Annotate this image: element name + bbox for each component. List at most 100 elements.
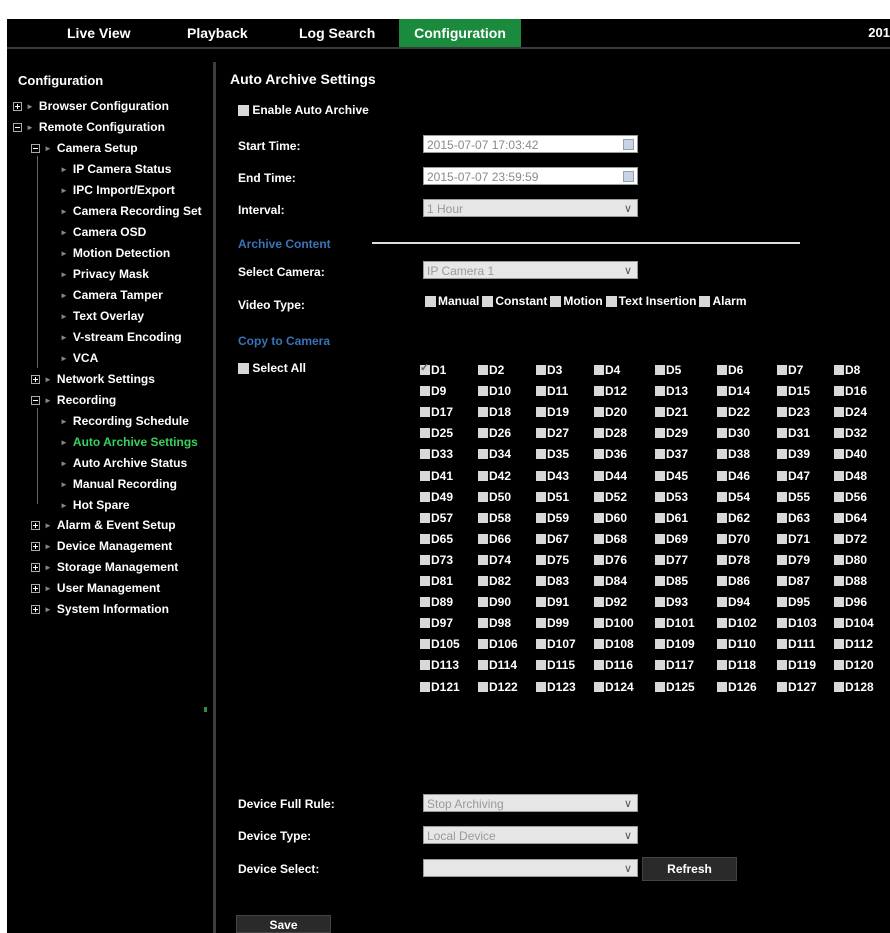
camera-checkbox-d3[interactable]: D3 <box>536 363 562 377</box>
sidebar-item-recording[interactable]: ► Recording <box>31 391 116 409</box>
sidebar-item-privacy-mask[interactable]: ► Privacy Mask <box>60 265 149 283</box>
camera-checkbox-d128[interactable]: D128 <box>834 680 874 694</box>
camera-checkbox-d26[interactable]: D26 <box>478 426 511 440</box>
interval-select[interactable]: 1 Hour ∨ <box>423 199 638 217</box>
camera-checkbox-d124[interactable]: D124 <box>594 680 634 694</box>
checkbox-icon[interactable] <box>478 597 488 608</box>
camera-checkbox-d108[interactable]: D108 <box>594 637 634 651</box>
camera-checkbox-d5[interactable]: D5 <box>655 363 681 377</box>
camera-checkbox-d49[interactable]: D49 <box>420 490 453 504</box>
camera-checkbox-d14[interactable]: D14 <box>717 384 750 398</box>
camera-checkbox-d114[interactable]: D114 <box>478 658 517 672</box>
checkbox-icon[interactable] <box>777 428 787 439</box>
camera-checkbox-d21[interactable]: D21 <box>655 405 688 419</box>
camera-checkbox-d56[interactable]: D56 <box>834 490 867 504</box>
camera-checkbox-d94[interactable]: D94 <box>717 595 750 609</box>
checkbox-icon[interactable] <box>420 386 430 397</box>
camera-checkbox-d115[interactable]: D115 <box>536 658 575 672</box>
checkbox-icon[interactable] <box>717 428 727 439</box>
camera-checkbox-d117[interactable]: D117 <box>655 658 694 672</box>
checkbox-icon[interactable] <box>717 512 727 523</box>
checkbox-icon[interactable] <box>717 365 727 375</box>
select-camera-select[interactable]: IP Camera 1 ∨ <box>423 261 638 279</box>
checkbox-icon[interactable] <box>478 618 488 629</box>
checkbox-icon[interactable] <box>536 365 546 375</box>
checkbox-icon[interactable] <box>478 681 488 692</box>
checkbox-icon[interactable] <box>536 533 546 544</box>
sidebar-item-remote-configuration[interactable]: ► Remote Configuration <box>13 118 165 136</box>
checkbox-icon[interactable] <box>478 491 488 502</box>
checkbox-icon[interactable] <box>594 639 604 650</box>
select-all-checkbox[interactable] <box>238 363 249 375</box>
checkbox-icon[interactable] <box>834 470 844 481</box>
device-full-rule-select[interactable]: Stop Archiving ∨ <box>423 794 638 812</box>
checkbox-icon[interactable] <box>717 618 727 629</box>
checkbox-icon[interactable] <box>834 554 844 565</box>
checkbox-icon[interactable] <box>478 639 488 650</box>
checkbox-icon[interactable] <box>536 681 546 692</box>
checkbox-icon[interactable] <box>478 512 488 523</box>
checkbox-icon[interactable] <box>655 576 665 586</box>
checkbox-icon[interactable] <box>834 533 844 544</box>
camera-checkbox-d25[interactable]: D25 <box>420 426 453 440</box>
expand-icon[interactable] <box>31 374 40 384</box>
expand-icon[interactable] <box>13 101 22 111</box>
camera-checkbox-d110[interactable]: D110 <box>717 637 756 651</box>
camera-checkbox-d84[interactable]: D84 <box>594 574 627 588</box>
checkbox-icon[interactable] <box>594 470 604 481</box>
camera-checkbox-d32[interactable]: D32 <box>834 426 867 440</box>
camera-checkbox-d102[interactable]: D102 <box>717 616 757 630</box>
camera-checkbox-d98[interactable]: D98 <box>478 616 511 630</box>
camera-checkbox-d69[interactable]: D69 <box>655 532 688 546</box>
sidebar-item-text-overlay[interactable]: ► Text Overlay <box>60 307 144 325</box>
camera-checkbox-d107[interactable]: D107 <box>536 637 576 651</box>
sidebar-item-device-management[interactable]: ► Device Management <box>31 537 172 555</box>
camera-checkbox-d79[interactable]: D79 <box>777 553 810 567</box>
camera-checkbox-d109[interactable]: D109 <box>655 637 695 651</box>
checkbox-icon[interactable] <box>478 660 488 671</box>
checkbox-icon[interactable] <box>655 660 665 671</box>
camera-checkbox-d113[interactable]: D113 <box>420 658 459 672</box>
camera-checkbox-d38[interactable]: D38 <box>717 447 750 461</box>
checkbox-icon[interactable] <box>536 618 546 629</box>
camera-checkbox-d2[interactable]: D2 <box>478 363 504 377</box>
camera-checkbox-d30[interactable]: D30 <box>717 426 750 440</box>
select-all-row[interactable]: Select All <box>238 361 306 375</box>
checkbox-icon[interactable] <box>834 639 844 650</box>
checkbox-icon[interactable] <box>478 386 488 397</box>
checkbox-icon[interactable] <box>420 639 430 650</box>
camera-checkbox-d20[interactable]: D20 <box>594 405 627 419</box>
camera-checkbox-d74[interactable]: D74 <box>478 553 511 567</box>
checkbox-icon[interactable] <box>478 449 488 460</box>
checkbox-icon[interactable] <box>536 491 546 502</box>
camera-checkbox-d15[interactable]: D15 <box>777 384 810 398</box>
checkbox-icon[interactable] <box>594 660 604 671</box>
camera-checkbox-d35[interactable]: D35 <box>536 447 569 461</box>
checkbox-icon[interactable] <box>834 576 844 586</box>
camera-checkbox-d33[interactable]: D33 <box>420 447 453 461</box>
sidebar-item-camera-setup[interactable]: ► Camera Setup <box>31 139 138 157</box>
checkbox-icon[interactable] <box>594 407 604 418</box>
checkbox-icon[interactable] <box>777 597 787 608</box>
checkbox-icon[interactable] <box>717 660 727 671</box>
tab-configuration[interactable]: Configuration <box>399 19 521 47</box>
camera-checkbox-d54[interactable]: D54 <box>717 490 750 504</box>
sidebar-item-user-management[interactable]: ► User Management <box>31 579 160 597</box>
camera-checkbox-d68[interactable]: D68 <box>594 532 627 546</box>
sidebar-item-camera-osd[interactable]: ► Camera OSD <box>60 223 146 241</box>
checkbox-icon[interactable] <box>655 470 665 481</box>
camera-checkbox-d76[interactable]: D76 <box>594 553 627 567</box>
checkbox-icon[interactable] <box>655 407 665 418</box>
checkbox-icon[interactable] <box>834 428 844 439</box>
camera-checkbox-d8[interactable]: D8 <box>834 363 860 377</box>
camera-checkbox-d99[interactable]: D99 <box>536 616 569 630</box>
camera-checkbox-d83[interactable]: D83 <box>536 574 569 588</box>
checkbox-icon[interactable] <box>717 681 727 692</box>
checkbox-icon[interactable] <box>536 470 546 481</box>
checkbox-icon[interactable] <box>777 533 787 544</box>
checkbox-icon[interactable] <box>717 597 727 608</box>
checkbox-icon[interactable] <box>717 491 727 502</box>
start-time-input[interactable]: 2015-07-07 17:03:42 <box>423 135 638 153</box>
camera-checkbox-d63[interactable]: D63 <box>777 511 810 525</box>
checkbox-icon[interactable] <box>655 533 665 544</box>
